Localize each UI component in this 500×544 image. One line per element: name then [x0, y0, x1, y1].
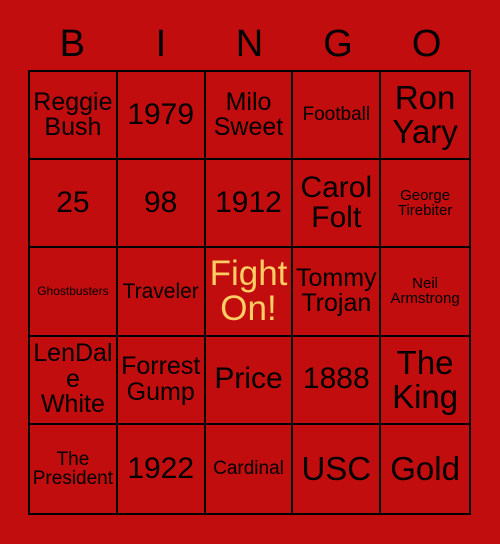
bingo-cell[interactable]: 1979 [117, 72, 206, 161]
bingo-cell-label: Ghostbusters [37, 284, 109, 299]
bingo-cell[interactable]: 98 [117, 160, 206, 249]
bingo-cell[interactable]: Forrest Gump [117, 336, 206, 425]
bingo-cell-label: Traveler [122, 279, 199, 303]
bingo-cell-label: Reggie Bush [33, 87, 113, 142]
bingo-cell[interactable]: 25 [30, 160, 118, 249]
header-letter-g: G [323, 23, 353, 65]
bingo-cell[interactable]: Neil Armstrong [381, 248, 469, 337]
bingo-cell[interactable]: 1912 [205, 160, 294, 249]
header-letter-n: N [235, 23, 264, 65]
bingo-card: B I N G O Reggie Bush 1979 Milo Sweet Footb… [0, 0, 500, 544]
bingo-cell-label: Tommy Trojan [296, 263, 377, 318]
bingo-cell-label: Milo Sweet [213, 87, 284, 142]
bingo-cell[interactable]: Tommy Trojan [293, 248, 382, 337]
bingo-cell[interactable]: The King [381, 336, 469, 425]
bingo-cell[interactable]: The President [30, 424, 118, 513]
bingo-cell[interactable]: Milo Sweet [205, 72, 294, 161]
bingo-cell-label: 1888 [302, 362, 370, 396]
header-letter-o: O [411, 23, 442, 65]
bingo-cell-label: Forrest Gump [121, 352, 201, 406]
bingo-cell-label: 1979 [127, 97, 195, 131]
bingo-cell-label: 1922 [127, 451, 195, 485]
bingo-cell[interactable]: Ron Yary [381, 72, 469, 161]
bingo-cell[interactable]: USC [293, 424, 382, 513]
bingo-cell[interactable]: Carol Folt [293, 160, 382, 249]
bingo-header: B I N G O [28, 18, 471, 70]
bingo-cell-label: Cardinal [213, 458, 284, 480]
bingo-grid: Reggie Bush 1979 Milo Sweet Football Ron Yar… [28, 70, 471, 515]
bingo-cell-label: 1912 [215, 185, 282, 219]
bingo-cell-label: Ron Yary [392, 79, 458, 151]
bingo-cell-label: USC [301, 450, 372, 488]
bingo-cell[interactable]: 1888 [293, 336, 382, 425]
bingo-cell[interactable]: Football [293, 72, 382, 161]
bingo-cell-label: Neil Armstrong [390, 275, 460, 308]
bingo-cell-label: 98 [144, 185, 178, 219]
bingo-cell[interactable]: Ghostbusters [30, 248, 118, 337]
bingo-free-space[interactable]: Fight On! [205, 248, 294, 337]
bingo-cell-label: Carol Folt [300, 170, 373, 235]
bingo-cell[interactable]: George Tirebiter [381, 160, 469, 249]
bingo-cell[interactable]: LenDale White [30, 336, 118, 425]
bingo-cell-label: Football [302, 104, 371, 126]
bingo-cell-label: LenDale White [33, 339, 113, 419]
header-letter-i: I [155, 23, 167, 65]
bingo-cell[interactable]: 1922 [117, 424, 206, 513]
bingo-cell-label: Gold [390, 450, 460, 488]
bingo-cell-label: The King [392, 344, 459, 415]
bingo-cell-label: Fight On! [209, 253, 288, 329]
bingo-cell[interactable]: Gold [381, 424, 469, 513]
bingo-cell[interactable]: Reggie Bush [30, 72, 118, 161]
bingo-cell-label: Price [214, 362, 283, 396]
bingo-cell[interactable]: Price [205, 336, 294, 425]
bingo-cell-label: The President [32, 448, 114, 489]
bingo-cell-label: George Tirebiter [397, 186, 453, 220]
bingo-cell-label: 25 [56, 185, 90, 219]
bingo-cell[interactable]: Cardinal [205, 424, 294, 513]
header-letter-b: B [59, 23, 85, 65]
bingo-cell[interactable]: Traveler [117, 248, 206, 337]
